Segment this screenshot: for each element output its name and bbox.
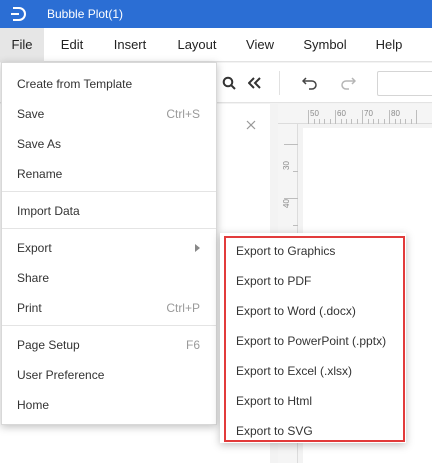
ruler-tick-label: 80 [391, 109, 400, 118]
collapse-double-chevron-icon[interactable] [246, 63, 264, 103]
close-icon[interactable] [244, 118, 258, 132]
window-title: Bubble Plot(1) [47, 7, 124, 21]
menu-item-label: User Preference [17, 368, 105, 382]
menu-divider [2, 228, 216, 229]
menu-item-label: Page Setup [17, 338, 80, 352]
ruler-tick-label: 40 [282, 199, 291, 208]
menu-divider [2, 325, 216, 326]
submenu-arrow-icon [195, 244, 200, 252]
toolbar-font-field[interactable] [377, 71, 432, 96]
export-to-excel-item[interactable]: Export to Excel (.xlsx) [236, 356, 352, 386]
redo-icon[interactable] [338, 63, 358, 103]
menu-item-create-from-template[interactable]: Create from Template [2, 69, 216, 99]
menu-item-print[interactable]: Print Ctrl+P [2, 293, 216, 323]
export-to-graphics-item[interactable]: Export to Graphics [236, 236, 335, 266]
undo-icon[interactable] [300, 63, 320, 103]
export-to-svg-item[interactable]: Export to SVG [236, 416, 313, 446]
ruler-tick-label: 50 [310, 109, 319, 118]
export-to-powerpoint-item[interactable]: Export to PowerPoint (.pptx) [236, 326, 386, 356]
ruler-tick-label: 70 [364, 109, 373, 118]
menu-item-save-as[interactable]: Save As [2, 129, 216, 159]
menu-file[interactable]: File [0, 28, 44, 62]
export-submenu: Export to Graphics Export to PDF Export … [220, 233, 406, 443]
file-menu: Create from Template Save Ctrl+S Save As… [1, 62, 217, 425]
menu-item-user-preference[interactable]: User Preference [2, 360, 216, 390]
export-to-pdf-item[interactable]: Export to PDF [236, 266, 311, 296]
menu-item-save[interactable]: Save Ctrl+S [2, 99, 216, 129]
ruler-tick-label: 60 [337, 109, 346, 118]
shortcut-label: Ctrl+S [166, 107, 200, 121]
ruler-horizontal: 50 60 70 80 [278, 104, 432, 124]
menu-layout[interactable]: Layout [168, 28, 226, 62]
menu-view[interactable]: View [238, 28, 282, 62]
menu-item-share[interactable]: Share [2, 263, 216, 293]
menu-help[interactable]: Help [366, 28, 412, 62]
menu-item-label: Save [17, 107, 45, 121]
menu-item-home[interactable]: Home [2, 390, 216, 420]
export-to-word-item[interactable]: Export to Word (.docx) [236, 296, 356, 326]
menu-divider [2, 191, 216, 192]
menu-item-label: Save As [17, 137, 62, 151]
menu-item-label: Rename [17, 167, 63, 181]
ruler-tick-label: 30 [282, 161, 291, 170]
menu-item-label: Share [17, 271, 50, 285]
menu-item-import-data[interactable]: Import Data [2, 196, 216, 226]
search-icon[interactable] [220, 63, 238, 103]
title-bar: Bubble Plot(1) [0, 0, 432, 28]
menu-edit[interactable]: Edit [50, 28, 94, 62]
shortcut-label: Ctrl+P [166, 301, 200, 315]
menu-item-page-setup[interactable]: Page Setup F6 [2, 330, 216, 360]
menu-insert[interactable]: Insert [104, 28, 156, 62]
menu-item-label: Print [17, 301, 42, 315]
menu-item-label: Import Data [17, 204, 80, 218]
menu-bar: File Edit Insert Layout View Symbol Help [0, 28, 432, 62]
menu-item-export[interactable]: Export [2, 233, 216, 263]
export-to-html-item[interactable]: Export to Html [236, 386, 312, 416]
toolbar-divider [279, 71, 280, 95]
menu-item-rename[interactable]: Rename [2, 159, 216, 189]
menu-item-label: Create from Template [17, 77, 133, 91]
menu-item-label: Home [17, 398, 50, 412]
app-logo-icon[interactable] [8, 4, 28, 24]
shortcut-label: F6 [185, 338, 200, 352]
menu-item-label: Export [17, 241, 52, 255]
menu-symbol[interactable]: Symbol [296, 28, 354, 62]
